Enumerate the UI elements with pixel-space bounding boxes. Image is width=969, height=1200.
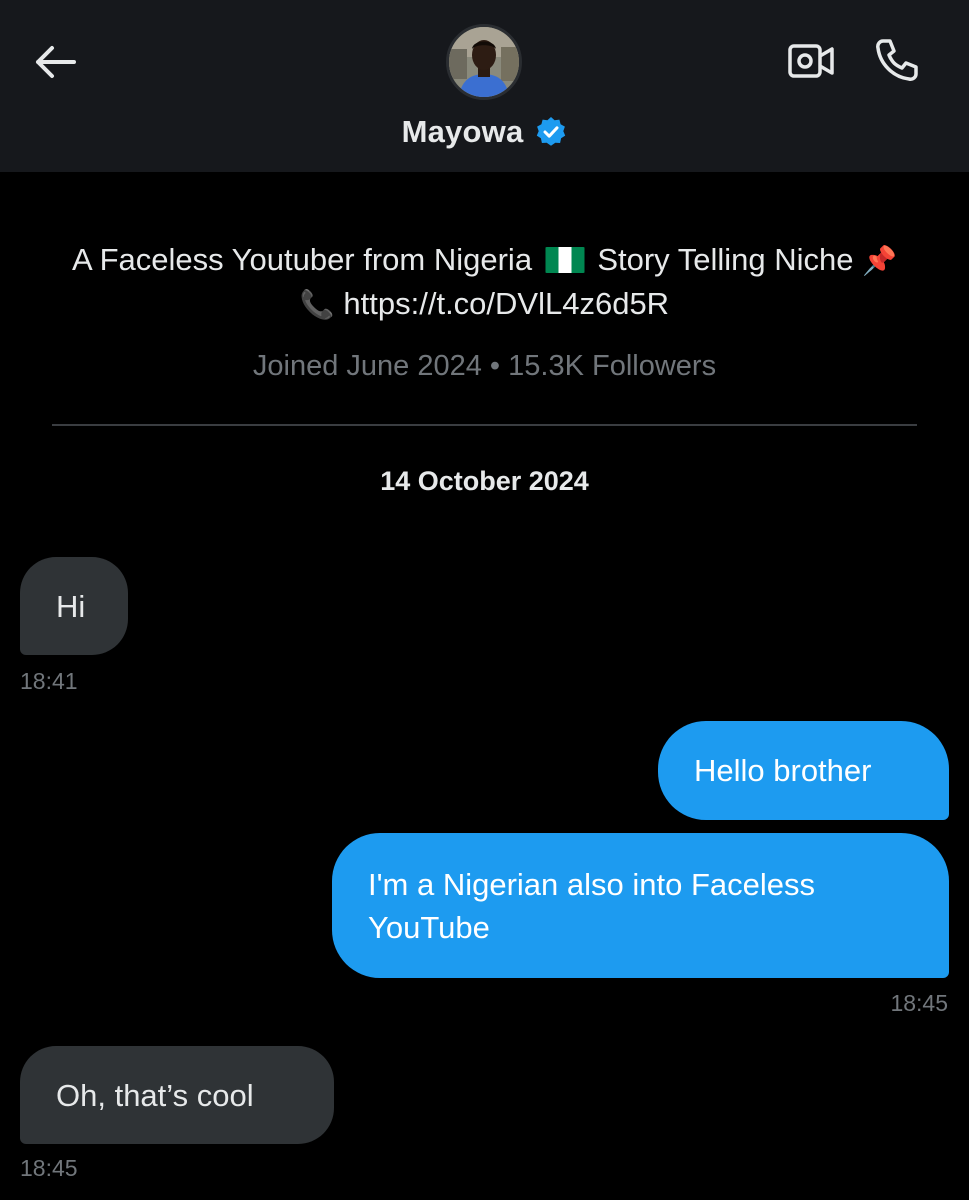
divider xyxy=(52,424,917,426)
verified-badge-icon xyxy=(537,117,566,146)
message-bubble-incoming[interactable]: Hi xyxy=(20,557,128,655)
bio-text: A Faceless Youtuber from Nigeria xyxy=(71,242,533,277)
message-bubble-outgoing[interactable]: Hello brother xyxy=(658,721,949,820)
voice-call-button[interactable] xyxy=(872,36,922,84)
contact-name-row[interactable]: Mayowa xyxy=(0,110,969,154)
message-text: Hi xyxy=(56,588,86,624)
pushpin-icon: 📌 xyxy=(862,244,897,277)
bio-text-niche: Story Telling Niche xyxy=(597,242,854,277)
profile-bio: A Faceless Youtuber from Nigeria Story T… xyxy=(60,238,909,326)
nigeria-flag-icon xyxy=(545,247,585,273)
message-text: Hello brother xyxy=(694,753,872,788)
message-timestamp: 18:45 xyxy=(890,990,948,1016)
conversation-header: Mayowa xyxy=(0,0,969,172)
avatar[interactable] xyxy=(446,24,522,100)
message-text: Oh, that’s cool xyxy=(56,1077,254,1113)
video-call-button[interactable] xyxy=(786,38,836,84)
contact-name: Mayowa xyxy=(401,114,524,149)
message-timestamp: 18:45 xyxy=(20,1155,78,1181)
telephone-icon: 📞 xyxy=(299,288,335,321)
avatar-photo xyxy=(449,27,519,97)
message-text: I'm a Nigerian also into Faceless YouTub… xyxy=(368,866,816,945)
profile-meta: Joined June 2024 • 15.3K Followers xyxy=(252,350,717,382)
arrow-left-icon xyxy=(36,46,76,78)
message-bubble-outgoing[interactable]: I'm a Nigerian also into Faceless YouTub… xyxy=(332,833,949,978)
bio-link[interactable]: https://t.co/DVlL4z6d5R xyxy=(343,286,669,321)
video-camera-icon xyxy=(788,44,834,78)
dm-conversation-screen: Mayowa A Faceless Youtuber from Nigeria xyxy=(0,0,969,1200)
back-button[interactable] xyxy=(28,38,80,86)
message-timestamp: 18:41 xyxy=(20,668,78,694)
phone-icon xyxy=(876,39,918,81)
message-bubble-incoming[interactable]: Oh, that’s cool xyxy=(20,1046,334,1144)
date-separator: 14 October 2024 xyxy=(380,466,589,496)
